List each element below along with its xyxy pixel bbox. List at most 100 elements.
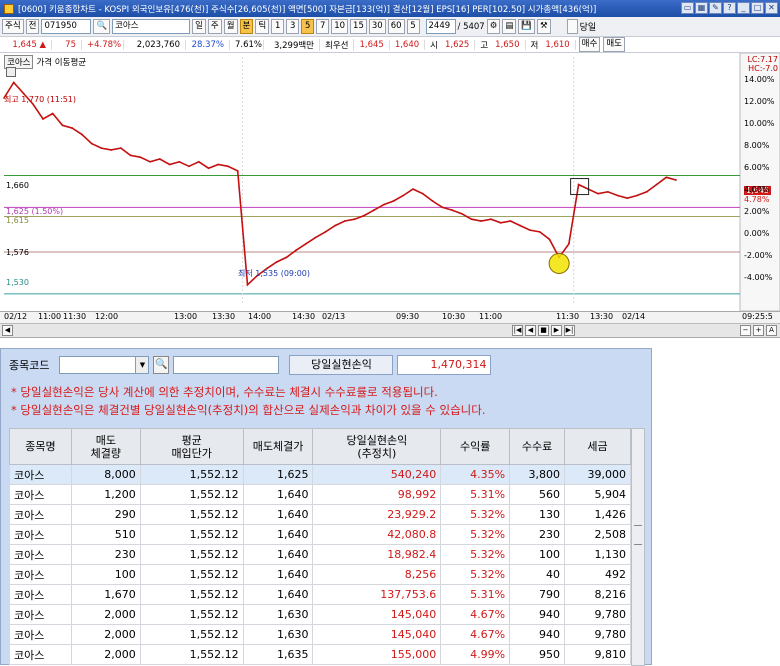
maximize-icon[interactable]: □ bbox=[751, 2, 764, 14]
level-1660: 1,660 bbox=[6, 181, 29, 190]
chevron-down-icon[interactable]: ▼ bbox=[135, 357, 149, 373]
table-row[interactable]: 코아스 2,000 1,552.12 1,630 145,040 4.67% 940 9,78… bbox=[9, 624, 631, 645]
time-tick: 14:30 bbox=[292, 312, 316, 321]
price-point bbox=[460, 212, 463, 215]
table-cell: 790 bbox=[509, 584, 566, 605]
chart-type-tick[interactable]: 틱 bbox=[255, 19, 270, 34]
table-cell: 1,552.12 bbox=[139, 564, 244, 585]
table-row[interactable]: 코아스 2,000 1,552.12 1,635 155,000 4.99% 950 9,81… bbox=[9, 644, 631, 665]
interval-1[interactable]: 1 bbox=[271, 19, 285, 34]
settings-icon[interactable]: ⚙ bbox=[486, 19, 501, 34]
scroll-prev-icon[interactable]: ◀ bbox=[525, 325, 536, 336]
interval-15[interactable]: 15 bbox=[350, 19, 367, 34]
table-row[interactable]: 코아스 510 1,552.12 1,640 42,080.8 5.32% 230 2,508 bbox=[9, 524, 631, 545]
table-row[interactable]: 코아스 2,000 1,552.12 1,630 145,040 4.67% 940 9,78… bbox=[9, 604, 631, 625]
interval-3[interactable]: 3 bbox=[286, 19, 300, 34]
chart-type-month[interactable]: 월 bbox=[223, 19, 238, 34]
column-header[interactable]: 매도 체결량 bbox=[70, 428, 141, 465]
column-header[interactable]: 종목명 bbox=[9, 428, 72, 465]
count-total: / 5407 bbox=[457, 21, 485, 32]
interval-5[interactable]: 5 bbox=[301, 19, 315, 34]
help-icon[interactable]: ? bbox=[723, 2, 736, 14]
stock-code-input[interactable]: 071950 bbox=[41, 19, 92, 34]
scroll-first-icon[interactable]: |◀ bbox=[512, 325, 523, 336]
chart-type-minute[interactable]: 분 bbox=[239, 19, 254, 34]
price-point bbox=[149, 160, 151, 163]
price-point bbox=[412, 188, 414, 191]
low-marker bbox=[548, 252, 570, 274]
restore-icon[interactable]: ▭ bbox=[681, 2, 694, 14]
price-point bbox=[285, 256, 288, 259]
chart-scrollbar[interactable]: ◀ |◀ ◀ ■ ▶ ▶| − + A bbox=[0, 323, 780, 337]
scroll-left-icon[interactable]: ◀ bbox=[2, 325, 13, 336]
scroll-stop-icon[interactable]: ■ bbox=[538, 325, 549, 336]
table-row[interactable]: 코아스 1,670 1,552.12 1,640 137,753.6 5.31% 790 8,… bbox=[9, 584, 631, 605]
column-header[interactable]: 세금 bbox=[564, 428, 631, 465]
save-icon[interactable]: 💾 bbox=[518, 19, 535, 34]
price-point bbox=[343, 220, 346, 222]
price-chart[interactable]: 코아스 가격 이동평균 LC:7.17 HC:-7.0 최고 1,770 (11… bbox=[0, 53, 780, 338]
table-cell: 40 bbox=[509, 564, 566, 585]
scroll-next-icon[interactable]: ▶ bbox=[551, 325, 562, 336]
sell-button[interactable]: 매도 bbox=[603, 37, 625, 52]
chart-type-day[interactable]: 일 bbox=[192, 19, 206, 34]
font-size-icon[interactable]: A bbox=[766, 325, 777, 336]
table-cell: 8,000 bbox=[70, 464, 141, 485]
column-header[interactable]: 수익률 bbox=[440, 428, 511, 465]
minimize-icon[interactable]: _ bbox=[737, 2, 750, 14]
table-row[interactable]: 코아스 230 1,552.12 1,640 18,982.4 5.32% 100 1,130 bbox=[9, 544, 631, 565]
interval-custom[interactable]: 5 bbox=[406, 19, 420, 34]
table-row[interactable]: 코아스 100 1,552.12 1,640 8,256 5.32% 40 492 bbox=[9, 564, 631, 585]
zoom-in-icon[interactable]: + bbox=[753, 325, 764, 336]
chart-icon[interactable]: ▤ bbox=[502, 19, 517, 34]
column-header[interactable]: 수수료 bbox=[509, 428, 566, 465]
chart-type-week[interactable]: 주 bbox=[207, 19, 222, 34]
stock-name-field[interactable]: 코아스 bbox=[112, 19, 191, 34]
market-select[interactable]: 주식 bbox=[2, 19, 24, 34]
tile-icon[interactable]: ▦ bbox=[695, 2, 708, 14]
close-icon[interactable]: ✕ bbox=[765, 2, 778, 14]
column-header[interactable]: 평균 매입단가 bbox=[139, 428, 244, 465]
code-combo[interactable]: ▼ bbox=[59, 356, 150, 374]
table-row[interactable]: 코아스 290 1,552.12 1,640 23,929.2 5.32% 130 1,426 bbox=[9, 504, 631, 525]
period-mode-button[interactable]: 전 bbox=[25, 19, 40, 34]
table-row[interactable]: 코아스 8,000 1,552.12 1,625 540,240 4.35% 3,800 39… bbox=[9, 464, 631, 485]
price-point bbox=[606, 190, 609, 193]
buy-button[interactable]: 매수 bbox=[578, 37, 601, 52]
count-input[interactable]: 2449 bbox=[425, 19, 456, 34]
price-point bbox=[675, 179, 677, 181]
scroll-thumb[interactable] bbox=[634, 525, 642, 545]
column-header[interactable]: 매도체결가 bbox=[242, 428, 314, 465]
price-chart-plot[interactable] bbox=[0, 53, 780, 311]
table-cell: 18,982.4 bbox=[312, 544, 442, 565]
interval-10[interactable]: 10 bbox=[331, 19, 349, 34]
table-cell: 4.35% bbox=[440, 464, 511, 485]
table-row[interactable]: 코아스 1,200 1,552.12 1,640 98,992 5.31% 560 5,904 bbox=[9, 484, 631, 505]
interval-30[interactable]: 30 bbox=[368, 19, 386, 34]
low-price: 1,610 bbox=[540, 39, 576, 50]
table-cell: 1,552.12 bbox=[139, 504, 244, 525]
price-point bbox=[538, 231, 541, 233]
price-point bbox=[275, 261, 278, 263]
open-price: 1,625 bbox=[440, 39, 476, 50]
interval-60[interactable]: 60 bbox=[387, 19, 405, 34]
level-1576: 1,576 bbox=[6, 248, 29, 257]
table-cell: 1,640 bbox=[242, 584, 314, 605]
stock-name-input[interactable] bbox=[173, 356, 280, 374]
config-icon[interactable]: ⚒ bbox=[536, 19, 551, 34]
today-checkbox[interactable] bbox=[566, 19, 578, 34]
search-icon[interactable]: 🔍 bbox=[153, 356, 170, 374]
table-scrollbar[interactable] bbox=[631, 428, 645, 666]
table-cell: 코아스 bbox=[9, 564, 72, 585]
pin-icon[interactable]: ✎ bbox=[709, 2, 722, 14]
column-header-line2: 매입단가 bbox=[171, 446, 212, 460]
interval-7[interactable]: 7 bbox=[316, 19, 330, 34]
price-point bbox=[12, 81, 15, 84]
scroll-last-icon[interactable]: ▶| bbox=[564, 325, 575, 336]
price-point bbox=[519, 224, 522, 227]
level-1625: 1,625 (1.50%) bbox=[6, 207, 64, 216]
column-header[interactable]: 당일실현손익 (추정치) bbox=[312, 428, 442, 465]
search-icon[interactable]: 🔍 bbox=[93, 19, 111, 34]
zoom-out-icon[interactable]: − bbox=[740, 325, 751, 336]
legend-toggle[interactable] bbox=[6, 67, 16, 77]
